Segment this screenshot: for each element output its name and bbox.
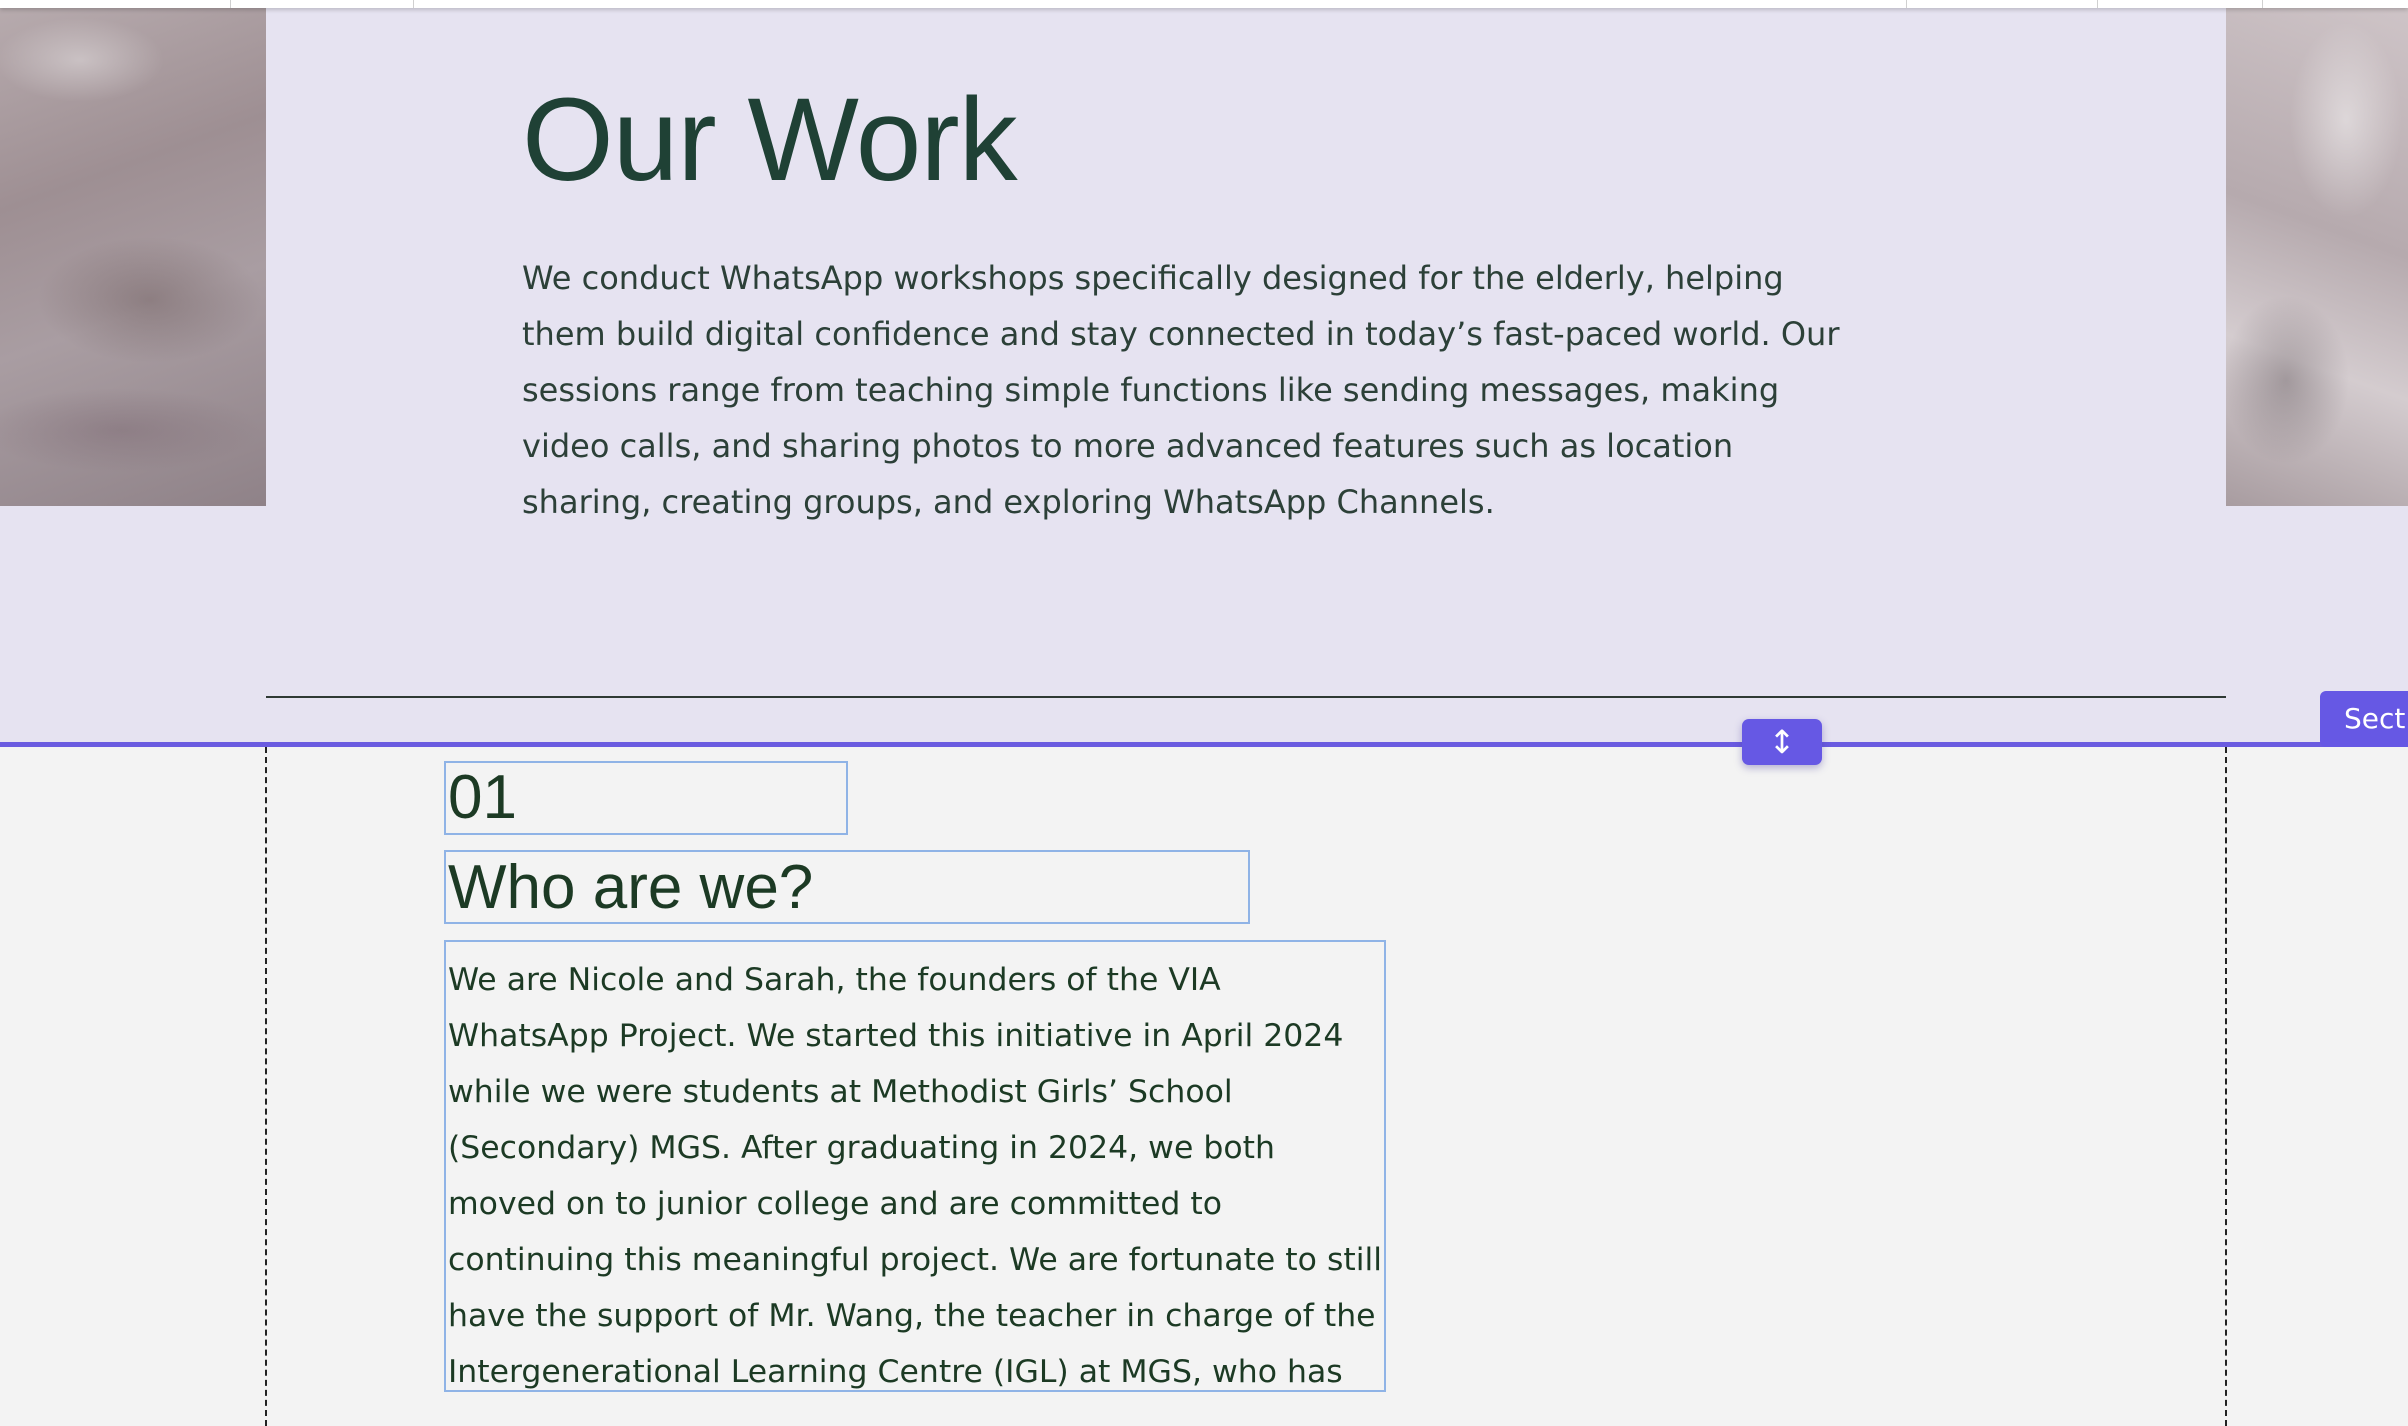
section-resize-handle[interactable]: ↕ (1742, 719, 1822, 765)
toolbar-divider (2262, 0, 2263, 8)
layout-guide-left (265, 747, 267, 1426)
our-work-section[interactable]: Our Work We conduct WhatsApp workshops s… (0, 0, 2408, 744)
divider-line (266, 696, 2226, 698)
intro-paragraph[interactable]: We conduct WhatsApp workshops specifical… (522, 250, 1862, 530)
background-image-left (0, 0, 266, 506)
section-number[interactable]: 01 (444, 761, 848, 835)
toolbar-divider (2097, 0, 2098, 8)
about-paragraph[interactable]: We are Nicole and Sarah, the founders of… (444, 940, 1386, 1392)
toolbar-divider (230, 0, 231, 8)
toolbar-divider (1906, 0, 1907, 8)
layout-guide-right (2225, 747, 2227, 1426)
toolbar-divider (413, 0, 414, 8)
section-boundary-line (0, 742, 2408, 747)
section-tag-button[interactable]: Sect (2320, 691, 2408, 747)
editor-top-toolbar (0, 0, 2408, 8)
about-heading[interactable]: Who are we? (444, 850, 1250, 924)
vertical-resize-icon: ↕ (1768, 723, 1796, 761)
page-title[interactable]: Our Work (522, 70, 1018, 210)
background-image-right (2226, 0, 2408, 506)
